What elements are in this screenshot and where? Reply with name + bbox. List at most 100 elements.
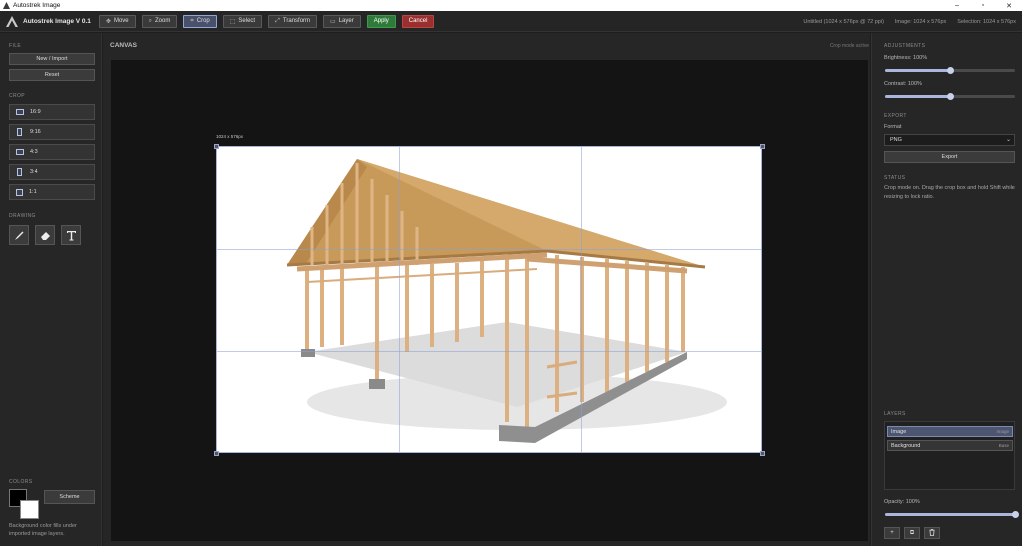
export-button[interactable]: Export [884, 151, 1015, 163]
crop-handle-bottom-right[interactable] [760, 451, 765, 456]
right-panel: ADJUSTMENTS Brightness: 100% Contrast: 1… [871, 33, 1022, 546]
layer-item-background[interactable]: Background Base [887, 440, 1013, 451]
transform-icon: ⤢ [275, 17, 280, 24]
portrait-ratio-icon [17, 128, 22, 136]
app-brand: Autostrek Image V 0.1 [23, 17, 91, 25]
layers-section-title: LAYERS [884, 411, 906, 417]
opacity-fill [885, 513, 1015, 516]
trash-icon [929, 528, 935, 538]
ratio-label: 3:4 [30, 169, 38, 175]
house-frame-image [286, 159, 727, 443]
left-panel: FILE New / Import Reset CROP 16:9 9:16 4… [0, 33, 102, 546]
crop-grid-vertical-2 [581, 147, 582, 452]
canvas-stage[interactable]: 1024 x 576px [111, 60, 868, 541]
chevron-down-icon: ⌄ [1005, 137, 1011, 143]
zoom-icon: ⌕ [148, 17, 152, 24]
delete-layer-button[interactable] [924, 527, 940, 539]
colors-section-title: COLORS [9, 479, 33, 485]
contrast-slider[interactable] [885, 93, 1015, 100]
ratio-label: 4:3 [30, 149, 38, 155]
zoom-label: Zoom [155, 18, 171, 24]
apply-button[interactable]: Apply [366, 14, 396, 28]
layer-tag: Image [996, 429, 1009, 434]
close-icon[interactable]: ✕ [996, 0, 1022, 11]
window-controls: – ▫ ✕ [944, 0, 1022, 11]
format-value: PNG [890, 137, 902, 143]
square-ratio-icon [16, 188, 23, 196]
adjustments-section-title: ADJUSTMENTS [884, 43, 926, 49]
scheme-button[interactable]: Scheme [44, 490, 95, 504]
status-message: Crop mode on. Drag the crop box and hold… [884, 185, 1015, 200]
select-button[interactable]: ⬚ Select [222, 14, 263, 28]
layer-label: Layer [338, 18, 354, 24]
brush-tool-button[interactable] [9, 225, 29, 245]
main-toolbar: Autostrek Image V 0.1 ✥ Move ⌕ Zoom ⌗ Cr… [0, 11, 1022, 32]
move-label: Move [113, 18, 129, 24]
reset-button[interactable]: Reset [9, 69, 95, 81]
format-label: Format [884, 124, 902, 130]
layers-list: Image Image Background Base [884, 421, 1015, 490]
text-icon [66, 230, 76, 240]
cancel-label: Cancel [408, 18, 428, 24]
transform-label: Transform [282, 18, 311, 24]
minimize-icon[interactable]: – [944, 0, 970, 11]
add-layer-button[interactable]: + [884, 527, 900, 539]
crop-grid-vertical-1 [399, 147, 400, 452]
cancel-button[interactable]: Cancel [401, 14, 435, 28]
apply-label: Apply [373, 18, 389, 24]
ratio-1-1-button[interactable]: 1:1 [9, 184, 95, 200]
new-import-button[interactable]: New / Import [9, 53, 95, 65]
drawing-section-title: DRAWING [9, 213, 36, 219]
crop-box[interactable] [216, 146, 762, 453]
ratio-9-16-button[interactable]: 9:16 [9, 124, 95, 140]
contrast-fill [885, 95, 950, 98]
brightness-knob[interactable] [947, 67, 954, 74]
layer-tag: Base [998, 443, 1009, 448]
layer-button[interactable]: ▭ Layer [323, 14, 361, 28]
text-tool-button[interactable] [61, 225, 81, 245]
landscape-ratio-icon [16, 149, 24, 155]
ratio-3-4-button[interactable]: 3:4 [9, 164, 95, 180]
opacity-label: Opacity: 100% [884, 499, 920, 505]
eraser-tool-button[interactable] [35, 225, 55, 245]
plus-icon: + [890, 530, 894, 536]
opacity-slider[interactable] [885, 511, 1019, 518]
landscape-ratio-icon [16, 109, 24, 115]
background-color-swatch[interactable] [20, 500, 39, 519]
export-section-title: EXPORT [884, 113, 907, 119]
transform-button[interactable]: ⤢ Transform [268, 14, 318, 28]
brightness-label: Brightness: 100% [884, 55, 928, 61]
status-section-title: STATUS [884, 175, 906, 181]
canvas-panel: CANVAS Crop mode active 1024 x 576px [103, 33, 870, 546]
file-section-title: FILE [9, 43, 22, 49]
crop-handle-top-right[interactable] [760, 144, 765, 149]
brightness-fill [885, 69, 950, 72]
maximize-icon[interactable]: ▫ [970, 0, 996, 11]
contrast-label: Contrast: 100% [884, 81, 922, 87]
move-button[interactable]: ✥ Move [98, 14, 136, 28]
image-size: Image: 1024 x 576px [894, 18, 947, 25]
ratio-label: 9:16 [30, 129, 41, 135]
layer-item-image[interactable]: Image Image [887, 426, 1013, 437]
crop-icon: ⌗ [190, 17, 194, 24]
selection-size: Selection: 1024 x 576px [957, 18, 1016, 25]
select-icon: ⬚ [229, 18, 236, 25]
brightness-slider[interactable] [885, 67, 1015, 74]
contrast-knob[interactable] [947, 93, 954, 100]
zoom-button[interactable]: ⌕ Zoom [141, 14, 178, 28]
crop-handle-top-left[interactable] [214, 144, 219, 149]
crop-grid-horizontal-2 [217, 351, 761, 352]
app-icon [3, 2, 10, 9]
window-titlebar: Autostrek Image – ▫ ✕ [0, 0, 1022, 11]
opacity-knob[interactable] [1012, 511, 1019, 518]
crop-handle-bottom-left[interactable] [214, 451, 219, 456]
layer-name: Image [891, 428, 907, 435]
format-select[interactable]: PNG ⌄ [884, 134, 1015, 146]
duplicate-icon: ⧉ [909, 529, 915, 536]
layer-name: Background [891, 442, 921, 449]
crop-button[interactable]: ⌗ Crop [183, 14, 217, 28]
duplicate-layer-button[interactable]: ⧉ [904, 527, 920, 539]
ratio-4-3-button[interactable]: 4:3 [9, 144, 95, 160]
ratio-16-9-button[interactable]: 16:9 [9, 104, 95, 120]
window-title: Autostrek Image [13, 2, 61, 9]
